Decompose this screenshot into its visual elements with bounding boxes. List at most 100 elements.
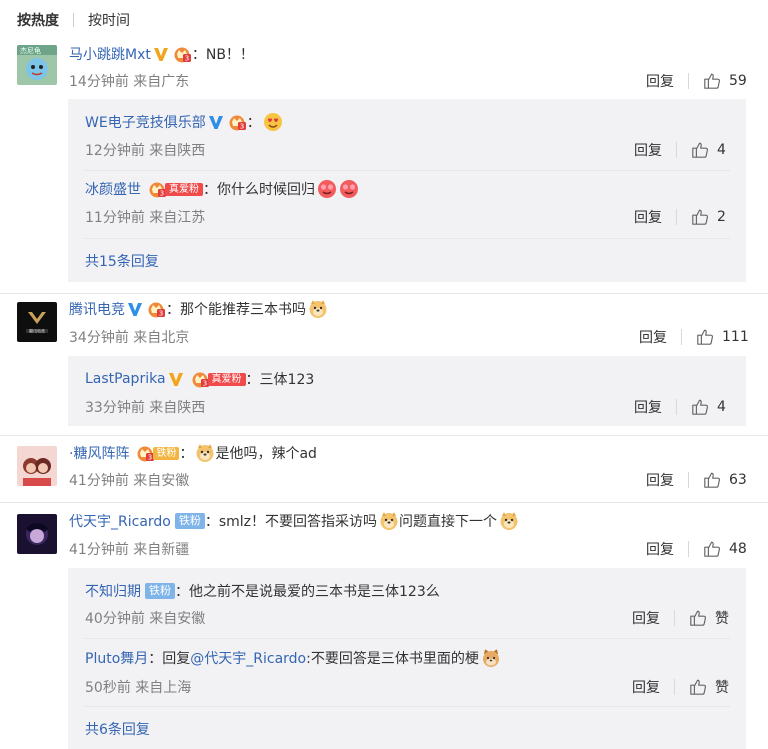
thumbs-up-icon xyxy=(696,328,714,346)
like-button[interactable]: 4 xyxy=(691,398,726,416)
reply-text: 他之前不是说最爱的三本书是三体123么 xyxy=(189,584,440,600)
like-button[interactable]: 48 xyxy=(703,540,747,558)
reply-button[interactable]: 回复 xyxy=(634,140,662,160)
reply-meta: 40分钟前 来自安徽 xyxy=(85,611,206,627)
doge-emoji-icon xyxy=(499,511,519,531)
comment-text: 是他吗，辣个ad xyxy=(215,446,317,462)
verified-gold-icon xyxy=(153,46,169,62)
like-count: 111 xyxy=(722,329,749,345)
avatar[interactable]: 杰尼龟 xyxy=(17,45,57,85)
reply-prefix: 回复 xyxy=(162,651,191,667)
thumbs-up-icon xyxy=(689,678,707,696)
reply-meta: 11分钟前 来自江苏 xyxy=(85,210,206,226)
comment-header: 代天宇_Ricardo 铁粉 ： smlz！不要回答指采访吗 问题直接下一个 xyxy=(69,510,519,532)
tab-by-hot[interactable]: 按热度 xyxy=(17,10,59,30)
like-button[interactable]: 赞 xyxy=(689,608,729,628)
comment-meta: 41分钟前 来自新疆 xyxy=(69,542,190,558)
sort-tabs: 按热度 按时间 xyxy=(17,9,130,31)
tab-by-time[interactable]: 按时间 xyxy=(88,10,130,30)
comment-text-continued: 问题直接下一个 xyxy=(399,514,498,530)
more-replies-link[interactable]: 共15条回复 xyxy=(85,251,159,271)
like-button[interactable]: 赞 xyxy=(689,677,729,697)
like-count: 4 xyxy=(717,399,726,415)
thumbs-up-icon xyxy=(689,609,707,627)
reply-actions: 回复 4 xyxy=(634,397,726,417)
reply-text: 你什么时候回归 xyxy=(217,182,315,198)
comment-header: 腾讯电竞 ： 那个能推荐三本书吗 xyxy=(69,298,328,320)
vip-crown-icon xyxy=(227,113,247,131)
more-replies-link[interactable]: 共6条回复 xyxy=(85,719,150,739)
comment-meta: 41分钟前 来自安徽 xyxy=(69,473,190,489)
reply-meta: 12分钟前 来自陕西 xyxy=(85,143,206,159)
thumbs-up-icon xyxy=(703,540,721,558)
username-link[interactable]: 冰颜盛世 xyxy=(85,179,141,199)
iron-fan-badge: 铁粉 xyxy=(174,513,205,529)
reply-button[interactable]: 回复 xyxy=(639,327,667,347)
vip-crown-icon xyxy=(147,180,167,198)
comment-text: smlz！不要回答指采访吗 xyxy=(218,514,378,530)
cat-emoji-icon xyxy=(481,648,501,668)
comment-header: ·糖风阵阵 铁粉 ： 是他吗，辣个ad xyxy=(69,442,317,464)
reply-button[interactable]: 回复 xyxy=(646,539,674,559)
vip-crown-icon xyxy=(190,370,210,388)
doge-emoji-icon xyxy=(308,299,328,319)
divider xyxy=(85,170,730,171)
reply-actions: 回复 2 xyxy=(634,207,726,227)
like-label: 赞 xyxy=(715,680,729,696)
like-button[interactable]: 63 xyxy=(703,471,747,489)
comment-actions: 回复 48 xyxy=(646,539,747,559)
vip-crown-icon xyxy=(172,45,192,63)
reply-meta: 50秒前 来自上海 xyxy=(85,680,192,696)
reply-meta: 33分钟前 来自陕西 xyxy=(85,400,206,416)
username-link[interactable]: 马小跳跳Mxt xyxy=(69,44,151,64)
reply-header: Pluto舞月 ： 回复 @代天宇_Ricardo :不要回答是三体书里面的梗 xyxy=(85,647,501,669)
divider xyxy=(85,706,730,707)
avatar[interactable] xyxy=(17,514,57,554)
reply-button[interactable]: 回复 xyxy=(632,608,660,628)
username-link[interactable]: 代天宇_Ricardo xyxy=(69,511,171,531)
username-link[interactable]: Pluto舞月 xyxy=(85,648,148,668)
like-button[interactable]: 59 xyxy=(703,72,747,90)
avatar[interactable] xyxy=(17,446,57,486)
comment-meta: 14分钟前 来自广东 xyxy=(69,74,190,90)
comment-divider xyxy=(0,293,768,294)
reply-button[interactable]: 回复 xyxy=(632,677,660,697)
like-count: 59 xyxy=(729,73,747,89)
reply-button[interactable]: 回复 xyxy=(634,207,662,227)
reply-button[interactable]: 回复 xyxy=(646,470,674,490)
heart-eyes-emoji-icon xyxy=(263,112,283,132)
verified-blue-icon xyxy=(127,301,143,317)
like-label: 赞 xyxy=(715,611,729,627)
avatar[interactable]: 腾讯电竞 xyxy=(17,302,57,342)
love-face-emoji-icon xyxy=(339,179,359,199)
comment-actions: 回复 59 xyxy=(646,71,747,91)
reply-actions: 回复 赞 xyxy=(632,608,729,628)
like-button[interactable]: 2 xyxy=(691,208,726,226)
comment-text: NB！！ xyxy=(205,47,254,63)
like-count: 48 xyxy=(729,541,747,557)
reply-button[interactable]: 回复 xyxy=(646,71,674,91)
username-link[interactable]: LastPaprika xyxy=(85,371,166,387)
like-count: 63 xyxy=(729,472,747,488)
reply-header: 不知归期 铁粉 ： 他之前不是说最爱的三本书是三体123么 xyxy=(85,580,440,602)
username-link[interactable]: 腾讯电竞 xyxy=(69,299,125,319)
fan-badge: 铁粉 xyxy=(132,445,180,461)
like-button[interactable]: 4 xyxy=(691,141,726,159)
thumbs-up-icon xyxy=(691,208,709,226)
reply-text: :不要回答是三体书里面的梗 xyxy=(306,651,479,667)
username-link[interactable]: ·糖风阵阵 xyxy=(69,443,129,463)
svg-text:杰尼龟: 杰尼龟 xyxy=(20,46,41,55)
reply-button[interactable]: 回复 xyxy=(634,397,662,417)
username-link[interactable]: 不知归期 xyxy=(85,581,141,601)
reply-actions: 回复 4 xyxy=(634,140,726,160)
vip-crown-icon xyxy=(146,300,166,318)
like-count: 2 xyxy=(717,209,726,225)
svg-text:腾讯电竞: 腾讯电竞 xyxy=(29,328,45,334)
like-button[interactable]: 111 xyxy=(696,328,749,346)
reply-header: LastPaprika 真爱粉 ： 三体123 xyxy=(85,370,315,388)
mention-link[interactable]: @代天宇_Ricardo xyxy=(190,648,306,668)
divider xyxy=(85,638,730,639)
username-link[interactable]: WE电子竞技俱乐部 xyxy=(85,112,206,132)
reply-actions: 回复 赞 xyxy=(632,677,729,697)
thumbs-up-icon xyxy=(691,141,709,159)
